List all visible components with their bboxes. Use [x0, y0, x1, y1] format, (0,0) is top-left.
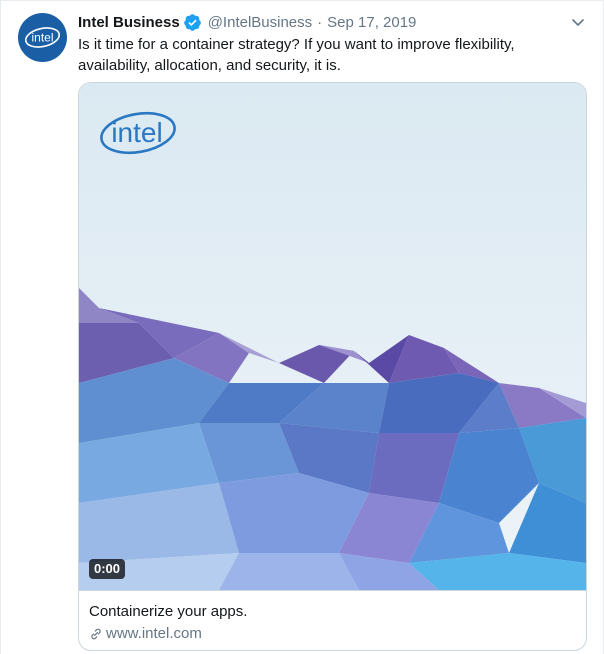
avatar-logo-text: intel	[31, 31, 53, 45]
intel-logo-icon: intel	[24, 27, 61, 48]
media-logo-text: intel	[111, 117, 162, 148]
timestamp[interactable]: Sep 17, 2019	[327, 14, 416, 31]
avatar[interactable]: intel	[18, 13, 67, 62]
separator-dot: ·	[317, 13, 323, 31]
card-info[interactable]: Containerize your apps. www.intel.com	[79, 590, 586, 650]
tweet-text: Is it time for a container strategy? If …	[78, 36, 515, 74]
tweet[interactable]: intel Intel Business @IntelBusiness · Se…	[0, 0, 604, 654]
handle[interactable]: @IntelBusiness	[208, 14, 312, 31]
video-thumbnail: intel	[79, 83, 586, 590]
card-url: www.intel.com	[106, 625, 202, 642]
tweet-header: Intel Business @IntelBusiness · Sep 17, …	[78, 12, 416, 32]
verified-badge-icon	[183, 13, 201, 31]
card-title: Containerize your apps.	[89, 603, 248, 620]
chevron-down-icon[interactable]	[570, 14, 586, 30]
media-card[interactable]: intel 0:00 Containerize your apps. www.i…	[78, 82, 587, 651]
link-icon	[91, 628, 101, 639]
card-link[interactable]: www.intel.com	[89, 625, 202, 642]
video-duration: 0:00	[89, 559, 126, 579]
video-player[interactable]: intel 0:00	[79, 83, 586, 590]
display-name[interactable]: Intel Business	[78, 14, 180, 31]
